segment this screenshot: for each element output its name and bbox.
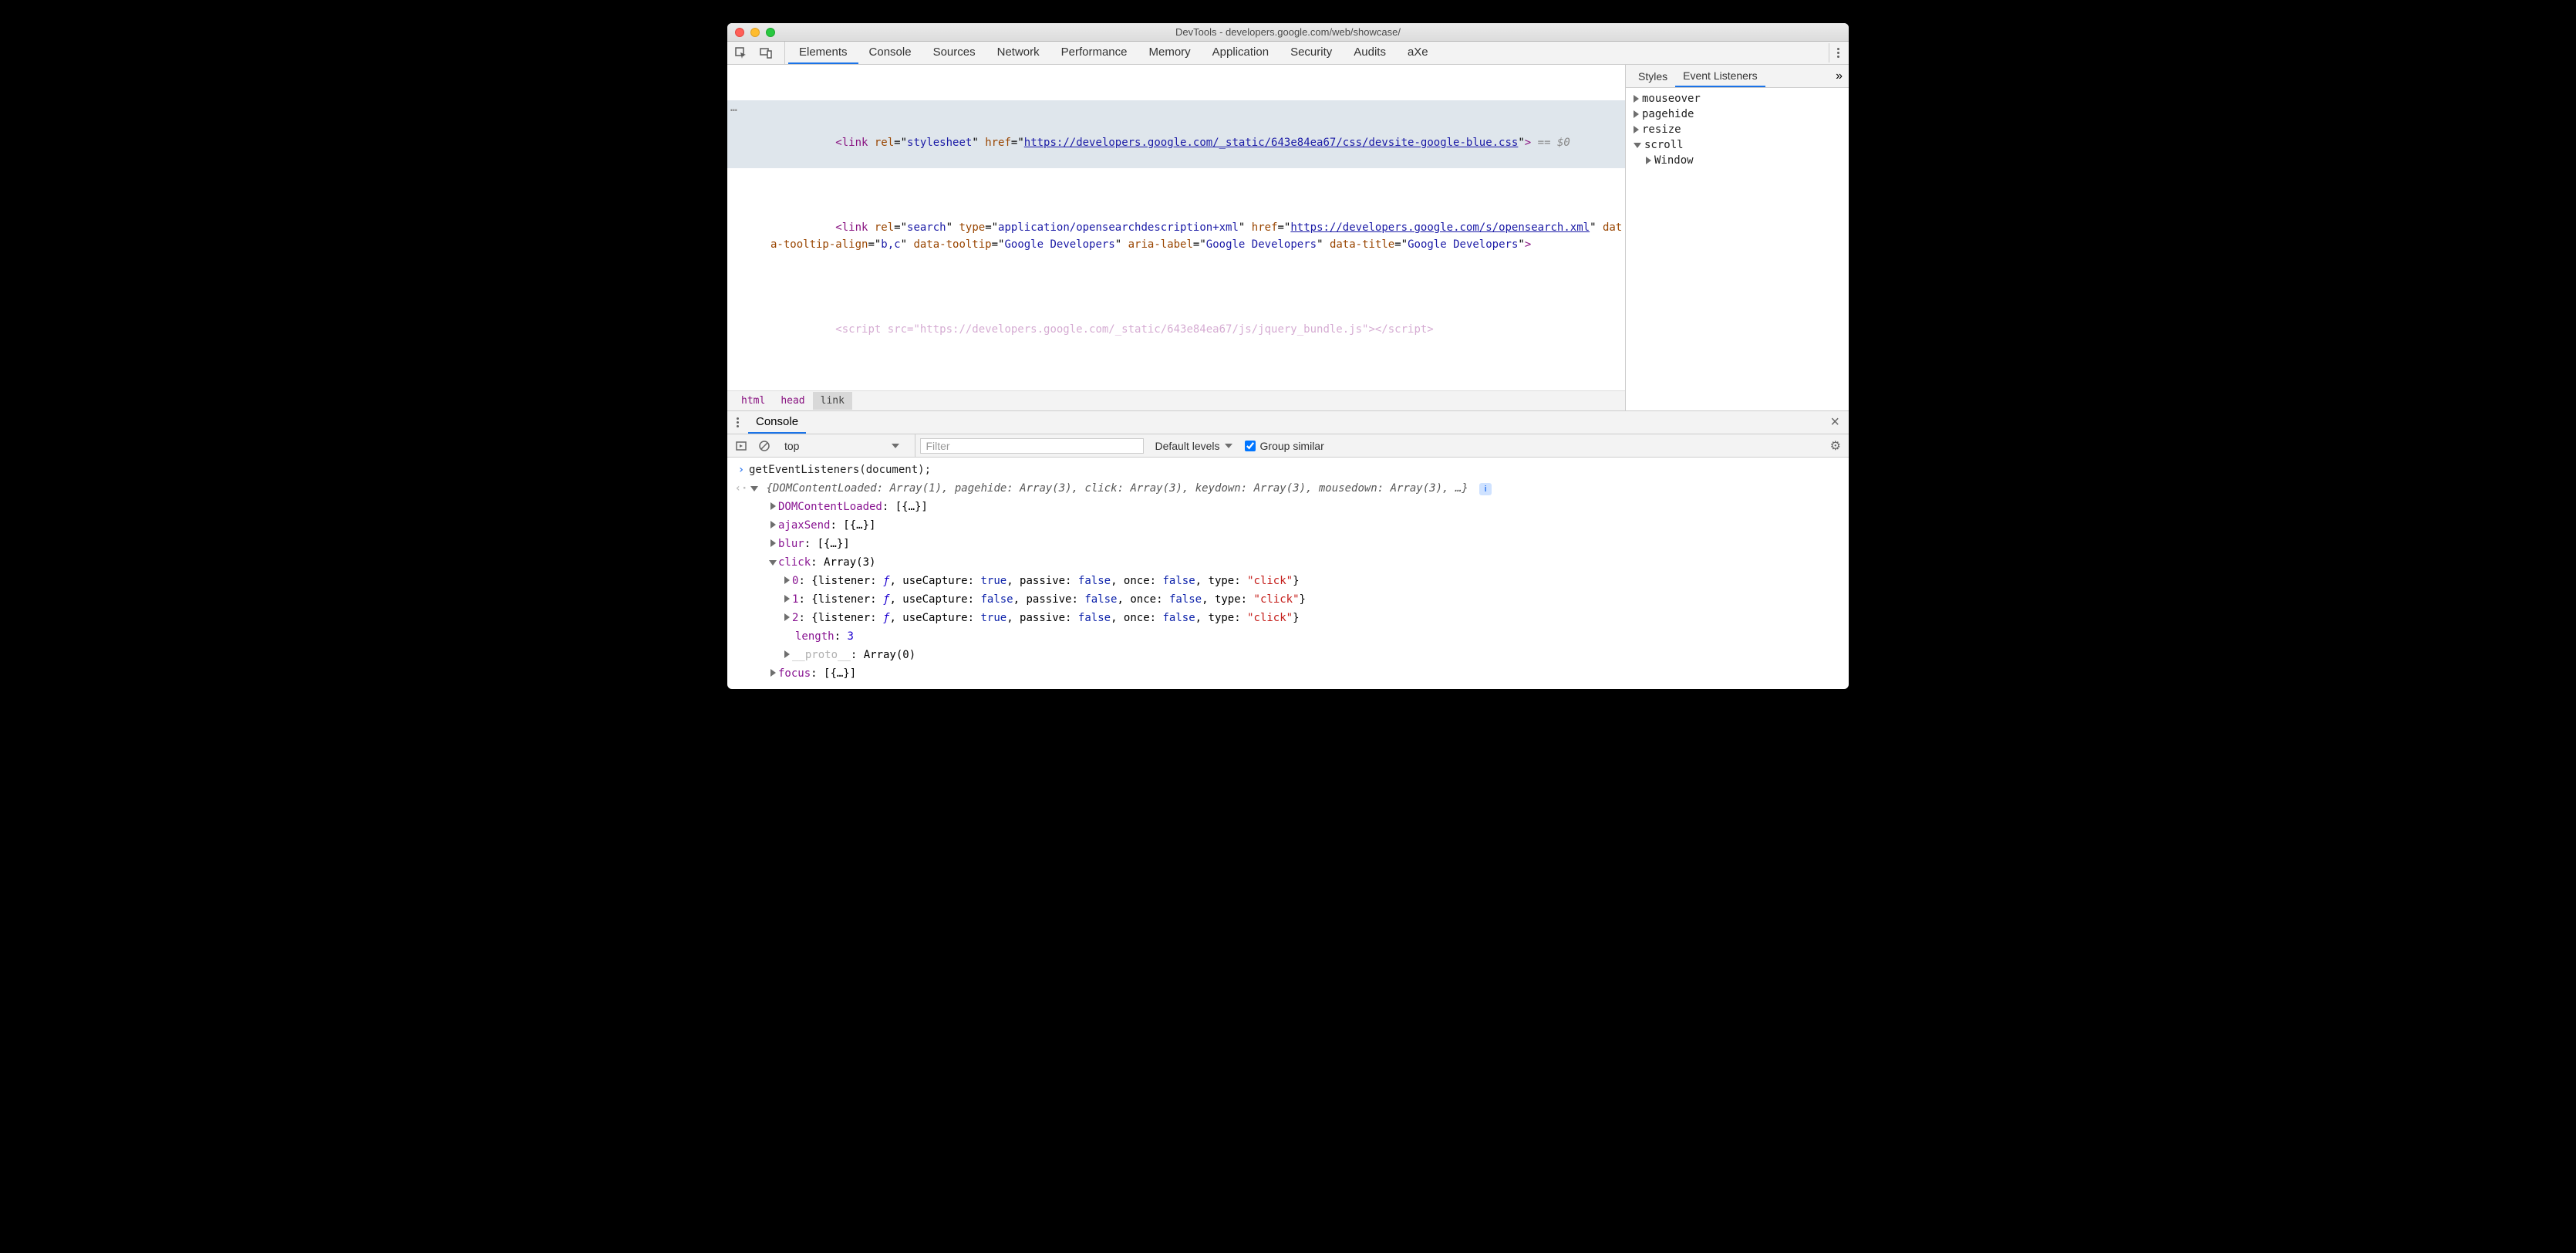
side-tab-event-listeners[interactable]: Event Listeners xyxy=(1675,65,1765,87)
expand-icon xyxy=(770,669,776,677)
return-icon: ‹· xyxy=(733,479,749,498)
event-listeners-list: mouseover pagehide resize scroll Window xyxy=(1626,88,1849,171)
window-title: DevTools - developers.google.com/web/sho… xyxy=(727,26,1849,38)
prop-row[interactable]: ajaxSend: [{…}] xyxy=(727,516,1849,535)
context-label: top xyxy=(784,440,799,452)
tab-network[interactable]: Network xyxy=(986,42,1050,64)
dropdown-icon xyxy=(892,444,899,448)
side-tabs-more-icon[interactable]: » xyxy=(1829,69,1849,83)
console-input-text: getEventListeners(document); xyxy=(749,461,1843,479)
breadcrumb-head[interactable]: head xyxy=(773,392,812,410)
click-listener-row[interactable]: 1: {listener: ƒ, useCapture: false, pass… xyxy=(727,590,1849,609)
tab-sources[interactable]: Sources xyxy=(922,42,986,64)
click-listener-row[interactable]: 2: {listener: ƒ, useCapture: true, passi… xyxy=(727,609,1849,627)
prop-length: length: 3 xyxy=(727,627,1849,646)
expand-icon xyxy=(770,521,776,529)
console-settings-icon[interactable]: ⚙ xyxy=(1827,438,1844,454)
console-output: › getEventListeners(document); ‹· {DOMCo… xyxy=(727,458,1849,689)
close-drawer-icon[interactable]: × xyxy=(1826,414,1844,431)
listener-scroll-window[interactable]: Window xyxy=(1626,153,1849,168)
expand-icon xyxy=(770,539,776,547)
tab-console[interactable]: Console xyxy=(858,42,922,64)
expand-icon xyxy=(1646,157,1651,164)
tab-elements[interactable]: Elements xyxy=(788,42,858,64)
group-similar-input[interactable] xyxy=(1245,441,1256,451)
collapse-icon xyxy=(769,560,777,566)
expand-icon xyxy=(784,576,790,584)
breadcrumb-html[interactable]: html xyxy=(733,392,773,410)
console-result-row[interactable]: ‹· {DOMContentLoaded: Array(1), pagehide… xyxy=(727,479,1849,498)
collapse-icon xyxy=(1634,143,1641,148)
ellipsis-icon: ⋯ xyxy=(730,102,737,119)
breadcrumb: html head link xyxy=(727,390,1625,410)
prompt-icon: › xyxy=(733,461,749,479)
show-sidebar-icon[interactable] xyxy=(732,437,750,455)
dropdown-icon xyxy=(1225,444,1232,448)
tab-application[interactable]: Application xyxy=(1202,42,1280,64)
prop-row[interactable]: DOMContentLoaded: [{…}] xyxy=(727,498,1849,516)
context-selector[interactable]: top xyxy=(778,434,915,457)
listener-mouseover[interactable]: mouseover xyxy=(1626,91,1849,106)
click-listener-row[interactable]: 0: {listener: ƒ, useCapture: true, passi… xyxy=(727,572,1849,590)
dom-node-truncated[interactable]: <script src="https://developers.google.c… xyxy=(727,304,1625,355)
settings-menu-icon[interactable] xyxy=(1829,43,1844,62)
devtools-window: DevTools - developers.google.com/web/sho… xyxy=(727,23,1849,689)
tab-security[interactable]: Security xyxy=(1280,42,1343,64)
expand-icon xyxy=(770,502,776,510)
device-toolbar-icon[interactable] xyxy=(757,44,775,62)
drawer-tab-console[interactable]: Console xyxy=(748,411,806,434)
window-titlebar: DevTools - developers.google.com/web/sho… xyxy=(727,23,1849,42)
clear-console-icon[interactable] xyxy=(755,437,774,455)
inspect-element-icon[interactable] xyxy=(732,44,750,62)
levels-label: Default levels xyxy=(1155,440,1219,452)
prop-proto[interactable]: __proto__: Array(0) xyxy=(727,646,1849,664)
expand-icon xyxy=(1634,95,1639,103)
tab-performance[interactable]: Performance xyxy=(1050,42,1138,64)
expand-icon xyxy=(784,650,790,658)
opensearch-href-link[interactable]: https://developers.google.com/s/opensear… xyxy=(1290,221,1590,234)
prop-row-click[interactable]: click: Array(3) xyxy=(727,553,1849,572)
tab-memory[interactable]: Memory xyxy=(1138,42,1202,64)
expand-icon xyxy=(1634,110,1639,118)
panel-tabs: Elements Console Sources Network Perform… xyxy=(788,42,1826,64)
info-icon[interactable]: i xyxy=(1479,483,1492,495)
drawer-menu-icon[interactable] xyxy=(732,413,743,432)
elements-pane: ⋯ <link rel="stylesheet" href="https://d… xyxy=(727,65,1625,410)
elements-split: ⋯ <link rel="stylesheet" href="https://d… xyxy=(727,65,1849,411)
expand-icon xyxy=(784,595,790,603)
listener-pagehide[interactable]: pagehide xyxy=(1626,106,1849,122)
group-similar-checkbox[interactable]: Group similar xyxy=(1237,440,1324,452)
prop-row[interactable]: blur: [{…}] xyxy=(727,535,1849,553)
console-toolbar: top Default levels Group similar ⚙ xyxy=(727,434,1849,458)
stylesheet-href-link[interactable]: https://developers.google.com/_static/64… xyxy=(1024,137,1519,149)
collapse-icon[interactable] xyxy=(750,486,758,491)
tab-axe[interactable]: aXe xyxy=(1397,42,1439,64)
side-tabs: Styles Event Listeners » xyxy=(1626,65,1849,88)
breadcrumb-link[interactable]: link xyxy=(813,392,852,410)
dom-tree[interactable]: ⋯ <link rel="stylesheet" href="https://d… xyxy=(727,65,1625,390)
expand-icon xyxy=(784,613,790,621)
main-toolbar: Elements Console Sources Network Perform… xyxy=(727,42,1849,65)
side-pane: Styles Event Listeners » mouseover pageh… xyxy=(1625,65,1849,410)
dom-node[interactable]: <link rel="search" type="application/ope… xyxy=(727,202,1625,270)
listener-resize[interactable]: resize xyxy=(1626,122,1849,137)
group-similar-label: Group similar xyxy=(1260,440,1324,452)
filter-input[interactable] xyxy=(920,438,1144,454)
tab-audits[interactable]: Audits xyxy=(1343,42,1397,64)
result-summary: {DOMContentLoaded: Array(1), pagehide: A… xyxy=(766,482,1468,495)
listener-scroll[interactable]: scroll xyxy=(1626,137,1849,153)
dom-node-selected[interactable]: ⋯ <link rel="stylesheet" href="https://d… xyxy=(727,100,1625,168)
selected-node-marker: == $0 xyxy=(1531,137,1570,149)
log-levels-selector[interactable]: Default levels xyxy=(1148,440,1232,452)
expand-icon xyxy=(1634,126,1639,133)
drawer-header: Console × xyxy=(727,411,1849,434)
console-input-row[interactable]: › getEventListeners(document); xyxy=(727,461,1849,479)
side-tab-styles[interactable]: Styles xyxy=(1630,65,1675,87)
prop-row[interactable]: focus: [{…}] xyxy=(727,664,1849,683)
